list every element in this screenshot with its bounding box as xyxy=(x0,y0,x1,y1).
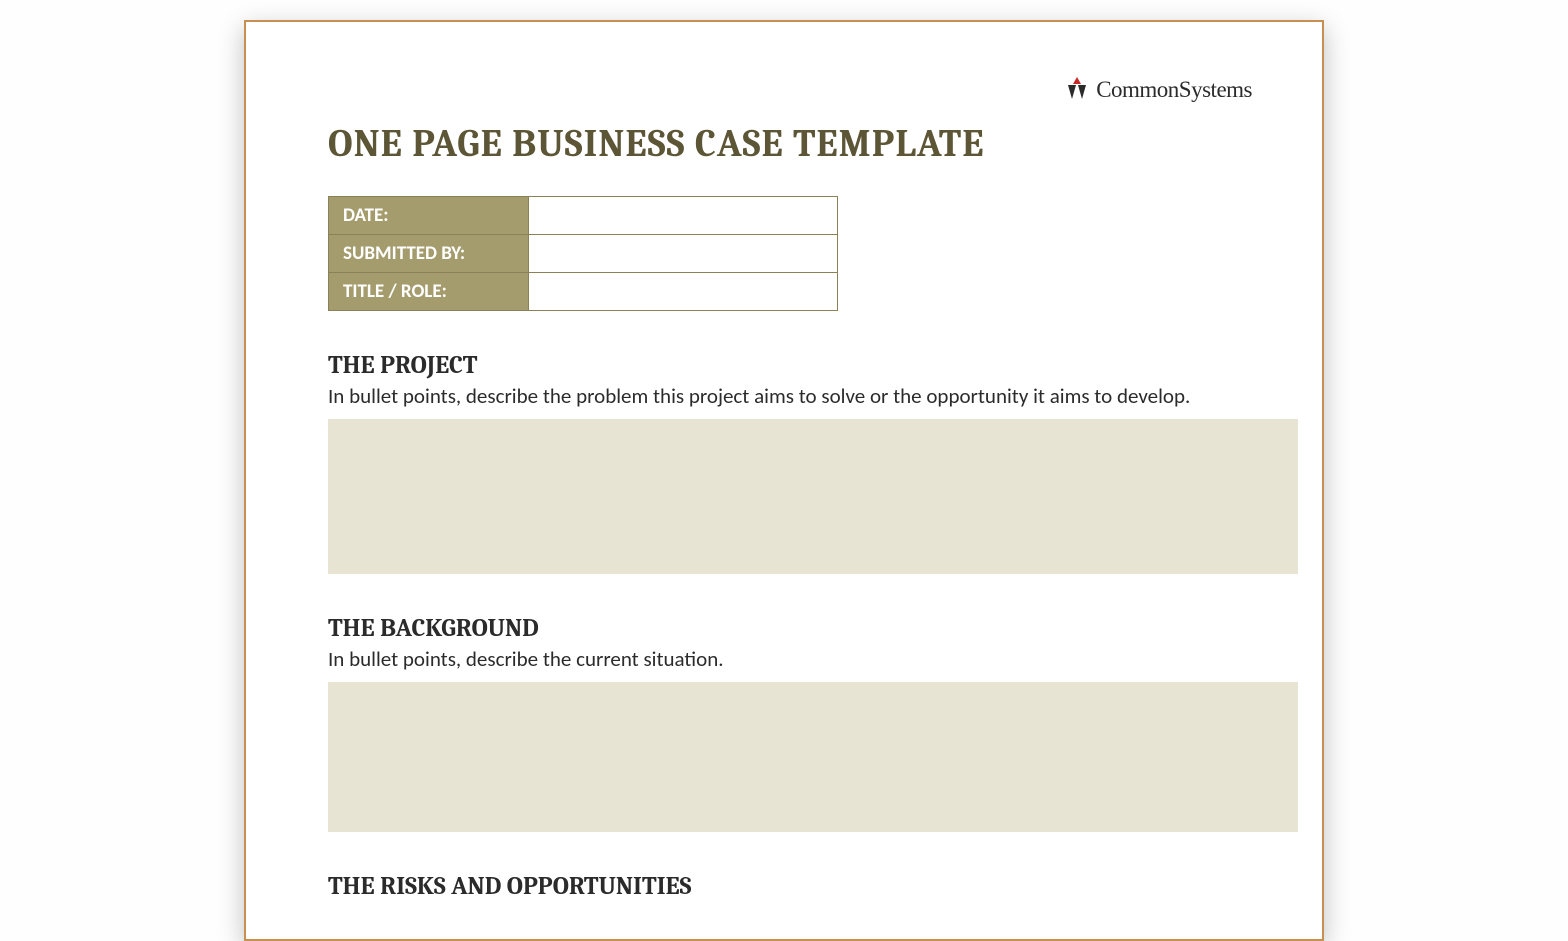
section-heading: THE PROJECT xyxy=(328,351,1252,380)
company-logo: CommonSystems xyxy=(1064,77,1252,103)
meta-value-title-role[interactable] xyxy=(528,273,837,311)
meta-info-table: DATE: SUBMITTED BY: TITLE / ROLE: xyxy=(328,196,838,311)
meta-label-date: DATE: xyxy=(329,197,529,235)
section-heading: THE RISKS AND OPPORTUNITIES xyxy=(328,872,1252,901)
logo-mark-icon xyxy=(1064,77,1090,103)
fill-area-background[interactable] xyxy=(328,682,1298,832)
table-row: SUBMITTED BY: xyxy=(329,235,838,273)
fill-area-project[interactable] xyxy=(328,419,1298,574)
section-risks-opportunities: THE RISKS AND OPPORTUNITIES xyxy=(328,872,1252,901)
meta-label-title-role: TITLE / ROLE: xyxy=(329,273,529,311)
section-heading: THE BACKGROUND xyxy=(328,614,1252,643)
table-row: DATE: xyxy=(329,197,838,235)
section-background: THE BACKGROUND In bullet points, describ… xyxy=(328,614,1252,832)
page-title: ONE PAGE BUSINESS CASE TEMPLATE xyxy=(328,122,1252,166)
meta-value-submitted-by[interactable] xyxy=(528,235,837,273)
table-row: TITLE / ROLE: xyxy=(329,273,838,311)
meta-value-date[interactable] xyxy=(528,197,837,235)
meta-label-submitted-by: SUBMITTED BY: xyxy=(329,235,529,273)
document-page: CommonSystems ONE PAGE BUSINESS CASE TEM… xyxy=(244,20,1324,941)
section-project: THE PROJECT In bullet points, describe t… xyxy=(328,351,1252,574)
logo-text: CommonSystems xyxy=(1096,77,1252,103)
section-description: In bullet points, describe the current s… xyxy=(328,646,1252,672)
section-description: In bullet points, describe the problem t… xyxy=(328,383,1252,409)
